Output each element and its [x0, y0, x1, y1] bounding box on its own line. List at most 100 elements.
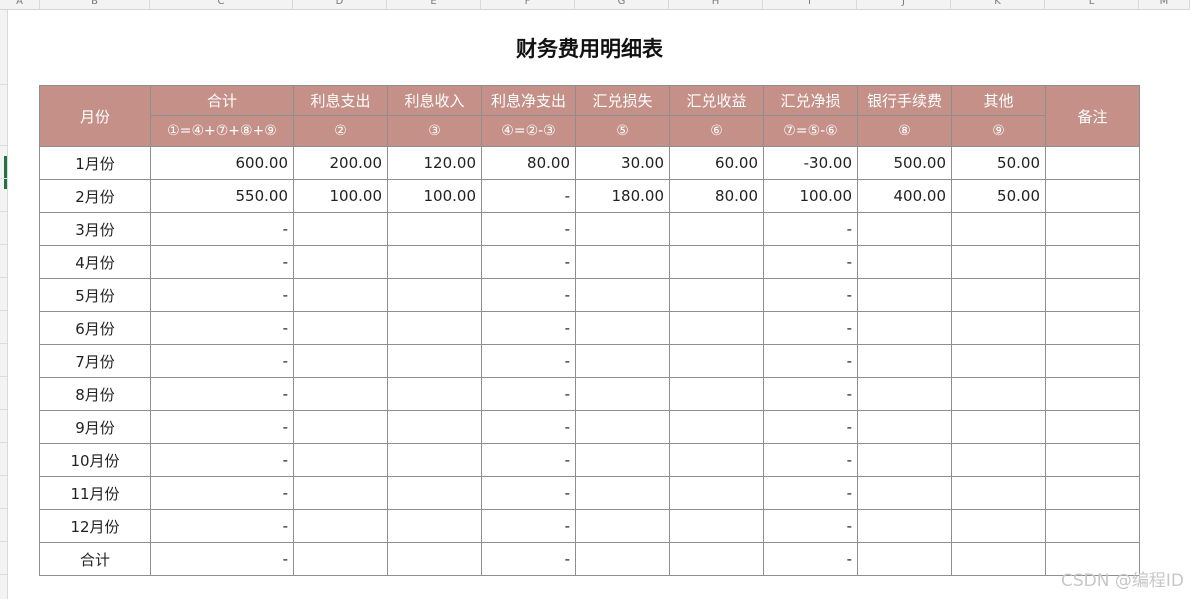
value-cell[interactable]: - — [481, 245, 576, 279]
month-cell[interactable]: 6月份 — [39, 311, 151, 345]
value-cell[interactable]: - — [481, 311, 576, 345]
value-cell[interactable]: 80.00 — [669, 179, 764, 213]
remark-cell[interactable] — [1045, 443, 1140, 477]
header-name-cell[interactable]: 利息支出 — [293, 85, 388, 116]
value-cell[interactable] — [387, 278, 482, 312]
value-cell[interactable] — [857, 278, 952, 312]
value-cell[interactable] — [669, 542, 764, 576]
value-cell[interactable] — [951, 542, 1046, 576]
value-cell[interactable] — [669, 377, 764, 411]
month-header-cell[interactable]: 月份 — [39, 85, 151, 147]
header-code-cell[interactable]: ⑧ — [857, 115, 952, 147]
value-cell[interactable]: - — [763, 311, 858, 345]
value-cell[interactable]: - — [481, 476, 576, 510]
month-cell[interactable]: 9月份 — [39, 410, 151, 444]
value-cell[interactable]: 100.00 — [387, 179, 482, 213]
header-code-cell[interactable]: ①=④+⑦+⑧+⑨ — [150, 115, 294, 147]
value-cell[interactable]: - — [481, 377, 576, 411]
header-name-cell[interactable]: 其他 — [951, 85, 1046, 116]
value-cell[interactable] — [669, 311, 764, 345]
value-cell[interactable]: - — [481, 344, 576, 378]
value-cell[interactable]: - — [481, 212, 576, 246]
value-cell[interactable] — [387, 542, 482, 576]
value-cell[interactable]: - — [150, 212, 294, 246]
value-cell[interactable] — [575, 443, 670, 477]
value-cell[interactable] — [857, 212, 952, 246]
value-cell[interactable] — [669, 476, 764, 510]
value-cell[interactable] — [857, 377, 952, 411]
value-cell[interactable]: - — [763, 476, 858, 510]
value-cell[interactable]: 400.00 — [857, 179, 952, 213]
month-cell[interactable]: 7月份 — [39, 344, 151, 378]
value-cell[interactable] — [951, 377, 1046, 411]
value-cell[interactable] — [857, 311, 952, 345]
column-letter-j[interactable]: J — [857, 0, 951, 9]
remark-cell[interactable] — [1045, 344, 1140, 378]
value-cell[interactable] — [387, 443, 482, 477]
value-cell[interactable] — [293, 542, 388, 576]
value-cell[interactable] — [387, 245, 482, 279]
month-cell[interactable]: 12月份 — [39, 509, 151, 543]
header-name-cell[interactable]: 银行手续费 — [857, 85, 952, 116]
value-cell[interactable] — [293, 443, 388, 477]
value-cell[interactable]: - — [763, 278, 858, 312]
value-cell[interactable] — [293, 476, 388, 510]
value-cell[interactable]: - — [150, 278, 294, 312]
remark-cell[interactable] — [1045, 476, 1140, 510]
value-cell[interactable]: - — [763, 410, 858, 444]
value-cell[interactable] — [575, 245, 670, 279]
remark-cell[interactable] — [1045, 410, 1140, 444]
value-cell[interactable]: - — [150, 443, 294, 477]
value-cell[interactable] — [951, 476, 1046, 510]
remark-header-cell[interactable]: 备注 — [1045, 85, 1140, 147]
header-code-cell[interactable]: ⑨ — [951, 115, 1046, 147]
value-cell[interactable] — [387, 212, 482, 246]
remark-cell[interactable] — [1045, 179, 1140, 213]
value-cell[interactable]: - — [763, 542, 858, 576]
value-cell[interactable] — [575, 278, 670, 312]
value-cell[interactable]: 60.00 — [669, 146, 764, 180]
value-cell[interactable]: -30.00 — [763, 146, 858, 180]
value-cell[interactable]: 550.00 — [150, 179, 294, 213]
value-cell[interactable]: - — [481, 278, 576, 312]
value-cell[interactable] — [575, 410, 670, 444]
value-cell[interactable] — [575, 344, 670, 378]
value-cell[interactable] — [669, 410, 764, 444]
value-cell[interactable] — [951, 245, 1046, 279]
value-cell[interactable]: - — [763, 245, 858, 279]
header-code-cell[interactable]: ③ — [387, 115, 482, 147]
remark-cell[interactable] — [1045, 509, 1140, 543]
header-name-cell[interactable]: 合计 — [150, 85, 294, 116]
value-cell[interactable]: 50.00 — [951, 146, 1046, 180]
value-cell[interactable]: - — [150, 245, 294, 279]
value-cell[interactable]: - — [150, 311, 294, 345]
value-cell[interactable]: - — [150, 377, 294, 411]
column-letter-d[interactable]: D — [293, 0, 387, 9]
value-cell[interactable]: - — [481, 443, 576, 477]
column-letter-b[interactable]: B — [40, 0, 150, 9]
value-cell[interactable] — [293, 410, 388, 444]
value-cell[interactable] — [857, 245, 952, 279]
value-cell[interactable]: 180.00 — [575, 179, 670, 213]
value-cell[interactable] — [575, 476, 670, 510]
value-cell[interactable]: 500.00 — [857, 146, 952, 180]
header-code-cell[interactable]: ④=②-③ — [481, 115, 576, 147]
value-cell[interactable] — [857, 410, 952, 444]
value-cell[interactable] — [669, 245, 764, 279]
value-cell[interactable] — [951, 410, 1046, 444]
column-letter-a[interactable]: A — [0, 0, 40, 9]
value-cell[interactable]: - — [763, 509, 858, 543]
value-cell[interactable] — [293, 311, 388, 345]
value-cell[interactable] — [293, 509, 388, 543]
month-cell[interactable]: 8月份 — [39, 377, 151, 411]
header-name-cell[interactable]: 利息净支出 — [481, 85, 576, 116]
column-letter-m[interactable]: M — [1139, 0, 1190, 9]
value-cell[interactable] — [575, 509, 670, 543]
header-code-cell[interactable]: ⑤ — [575, 115, 670, 147]
month-cell[interactable]: 4月份 — [39, 245, 151, 279]
value-cell[interactable]: - — [150, 476, 294, 510]
value-cell[interactable] — [575, 377, 670, 411]
value-cell[interactable]: 30.00 — [575, 146, 670, 180]
value-cell[interactable]: 100.00 — [293, 179, 388, 213]
value-cell[interactable] — [857, 542, 952, 576]
